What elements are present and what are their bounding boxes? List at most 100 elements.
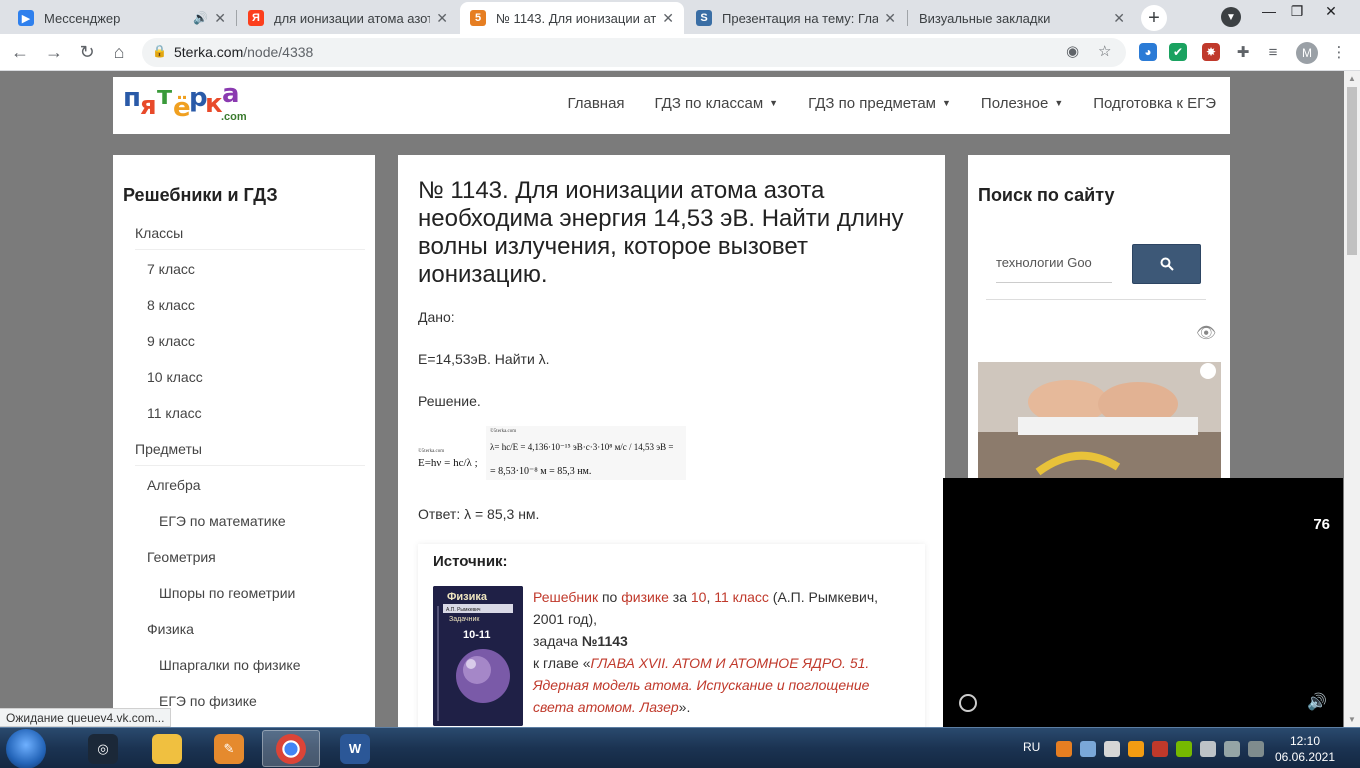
- star-icon[interactable]: ☆: [1098, 42, 1111, 60]
- sidebar-item-grade-8[interactable]: 8 класс: [147, 297, 195, 313]
- language-indicator[interactable]: RU: [1023, 740, 1040, 754]
- tracking-blocked-icon[interactable]: ◉: [1066, 42, 1079, 60]
- taskbar-paint[interactable]: ✎: [200, 730, 258, 767]
- media-control-icon[interactable]: ≡: [1264, 43, 1282, 61]
- floating-video-player[interactable]: 76 🔊: [943, 478, 1343, 727]
- volume-icon[interactable]: 🔊: [1307, 692, 1327, 712]
- tray-icon[interactable]: [1152, 741, 1168, 757]
- close-icon[interactable]: ✕: [884, 10, 896, 27]
- start-button[interactable]: [6, 729, 46, 768]
- sidebar-item-physics-cheats[interactable]: Шпаргалки по физике: [159, 657, 300, 673]
- tab-5terka[interactable]: 5 № 1143. Для ионизации атом ✕: [460, 2, 684, 34]
- forward-button[interactable]: →: [42, 40, 66, 64]
- minimize-button[interactable]: —: [1256, 3, 1282, 19]
- nav-label: ГДЗ по предметам: [808, 95, 936, 112]
- page-title: № 1143. Для ионизации атома азота необхо…: [418, 177, 904, 288]
- tray-icon[interactable]: [1104, 741, 1120, 757]
- sidebar-item-physics[interactable]: Физика: [147, 621, 194, 637]
- lock-icon[interactable]: 🔒: [152, 44, 167, 58]
- speaker-icon[interactable]: 🔊: [193, 11, 208, 25]
- url-path: /node/4338: [243, 44, 314, 60]
- taskbar-word[interactable]: W: [326, 730, 384, 767]
- nav-gdz-by-subject[interactable]: ГДЗ по предметам ▼: [808, 95, 951, 112]
- sidebar-item-subjects[interactable]: Предметы: [135, 441, 202, 457]
- sidebar-item-ege-physics[interactable]: ЕГЭ по физике: [159, 693, 257, 709]
- tray-icon[interactable]: [1056, 741, 1072, 757]
- owl-extension-icon[interactable]: ◕: [1139, 43, 1157, 61]
- logo-letter: ё: [173, 93, 191, 123]
- shield-extension-icon[interactable]: ✔: [1169, 43, 1187, 61]
- advertisement-image[interactable]: [978, 362, 1221, 482]
- logo-letter: т: [157, 81, 173, 111]
- sidebar-item-grade-11[interactable]: 11 класс: [147, 405, 202, 421]
- taskbar-steam[interactable]: ◎: [74, 730, 132, 767]
- nav-gdz-by-class[interactable]: ГДЗ по классам ▼: [655, 95, 779, 112]
- tray-icon[interactable]: [1128, 741, 1144, 757]
- bug-extension-icon[interactable]: ✸: [1202, 43, 1220, 61]
- menu-kebab-icon[interactable]: ⋮: [1330, 43, 1348, 61]
- search-input[interactable]: технологии Goo: [996, 243, 1112, 283]
- scroll-up-icon[interactable]: ▲: [1348, 74, 1356, 83]
- sidebar-item-ege-math[interactable]: ЕГЭ по математике: [159, 513, 286, 529]
- link-physics[interactable]: физике: [621, 589, 669, 605]
- reload-button[interactable]: ↻: [75, 40, 99, 64]
- network-tray-icon[interactable]: [1224, 741, 1240, 757]
- sidebar-item-geometry[interactable]: Геометрия: [147, 549, 216, 565]
- url-text[interactable]: 5terka.com/node/4338: [174, 44, 313, 60]
- link-grade-11[interactable]: 11 класс: [714, 589, 769, 605]
- volume-tray-icon[interactable]: [1200, 741, 1216, 757]
- home-button[interactable]: ⌂: [107, 40, 131, 64]
- taskbar-chrome[interactable]: [262, 730, 320, 767]
- taskbar-explorer[interactable]: [138, 730, 196, 767]
- new-tab-button[interactable]: +: [1141, 5, 1167, 31]
- formula-watermark: ©5terka.com: [418, 448, 444, 454]
- close-icon[interactable]: ✕: [436, 10, 448, 27]
- profile-avatar[interactable]: M: [1296, 42, 1318, 64]
- tab-search-icon[interactable]: ▼: [1221, 7, 1241, 27]
- tab-bookmarks[interactable]: Визуальные закладки ✕: [909, 2, 1135, 34]
- extensions-puzzle-icon[interactable]: ✚: [1234, 43, 1252, 61]
- eye-hidden-icon[interactable]: 👁: [1196, 323, 1216, 343]
- scrollbar-thumb[interactable]: [1347, 87, 1357, 255]
- address-bar[interactable]: 🔒 5terka.com/node/4338 ◉ ☆: [142, 38, 1126, 67]
- yandex-icon: Я: [248, 10, 264, 26]
- solution-label: Решение.: [418, 393, 481, 409]
- site-logo[interactable]: п я т ё р к а .com: [123, 79, 253, 131]
- sidebar-item-grade-7[interactable]: 7 класс: [147, 261, 195, 277]
- tray-icon[interactable]: [1080, 741, 1096, 757]
- sidebar-item-grade-10[interactable]: 10 класс: [147, 369, 203, 385]
- sidebar-title: Решебники и ГДЗ: [123, 185, 278, 205]
- tab-title: для ионизации атома азота н: [274, 10, 431, 26]
- page-scrollbar[interactable]: ▲ ▼: [1344, 71, 1360, 727]
- tab-separator: [907, 10, 908, 26]
- nvidia-icon[interactable]: [1176, 741, 1192, 757]
- sidebar-item-grade-9[interactable]: 9 класс: [147, 333, 195, 349]
- link-reshebnik[interactable]: Решебник: [533, 589, 598, 605]
- link-grade-10[interactable]: 10: [691, 589, 707, 605]
- tab-yandex[interactable]: Я для ионизации атома азота н ✕: [238, 2, 458, 34]
- book-cover[interactable]: Физика А.П. Рымкевич Задачник 10-11: [433, 586, 523, 726]
- tray-icon[interactable]: [1248, 741, 1264, 757]
- taskbar-clock[interactable]: 12:10 06.06.2021: [1270, 733, 1340, 765]
- search-button[interactable]: [1132, 244, 1201, 284]
- close-icon[interactable]: ✕: [1113, 10, 1125, 27]
- back-button[interactable]: ←: [8, 40, 32, 64]
- task-number: №1143: [581, 633, 628, 649]
- sidebar-item-geometry-cheats[interactable]: Шпоры по геометрии: [159, 585, 295, 601]
- caret-down-icon: ▼: [941, 98, 951, 108]
- scroll-down-icon[interactable]: ▼: [1348, 715, 1356, 724]
- tab-presentation[interactable]: S Презентация на тему: Глава ( ✕: [686, 2, 906, 34]
- paint-icon: ✎: [214, 733, 244, 764]
- nav-home[interactable]: Главная: [567, 95, 624, 112]
- caret-down-icon: ▼: [769, 98, 779, 108]
- close-window-button[interactable]: ✕: [1318, 3, 1344, 20]
- restore-button[interactable]: ❐: [1284, 3, 1310, 20]
- nav-ege-prep[interactable]: Подготовка к ЕГЭ: [1093, 95, 1216, 112]
- nav-useful[interactable]: Полезное ▼: [981, 95, 1063, 112]
- close-icon[interactable]: ✕: [214, 10, 226, 27]
- close-icon[interactable]: ✕: [662, 10, 674, 27]
- left-sidebar: Решебники и ГДЗ Классы 7 класс 8 класс 9…: [113, 155, 375, 727]
- tab-messenger[interactable]: ▶ Мессенджер 🔊 ✕: [8, 2, 236, 34]
- sidebar-item-algebra[interactable]: Алгебра: [147, 477, 201, 493]
- sidebar-item-classes[interactable]: Классы: [135, 225, 183, 241]
